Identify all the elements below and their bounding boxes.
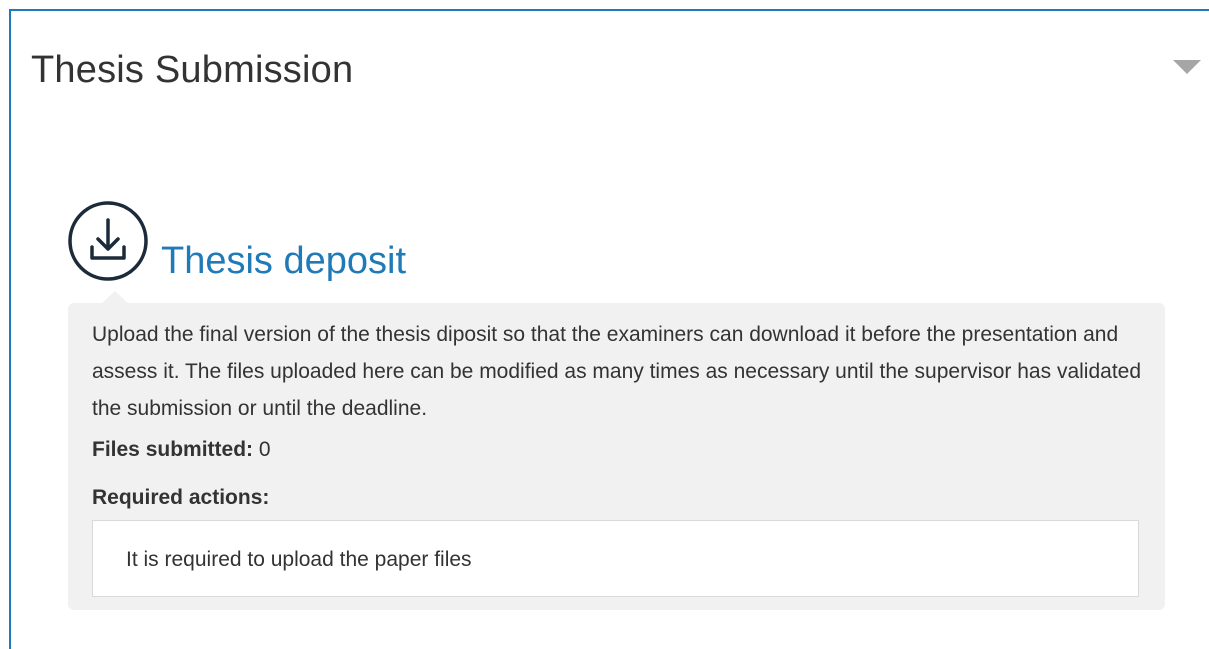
required-actions-heading: Required actions: xyxy=(92,486,270,509)
section-title: Thesis deposit xyxy=(161,240,407,282)
download-icon xyxy=(67,200,149,282)
triangle-down-icon xyxy=(1173,60,1201,74)
files-submitted-label: Files submitted: xyxy=(92,438,254,461)
thesis-submission-panel: Thesis Submission Thesis deposit Upload … xyxy=(9,9,1209,649)
deposit-description: Upload the final version of the thesis d… xyxy=(92,323,1142,420)
panel-title: Thesis Submission xyxy=(31,49,354,91)
files-submitted-value: 0 xyxy=(258,438,271,461)
required-action-item: It is required to upload the paper files xyxy=(126,548,472,571)
deposit-card: Upload the final version of the thesis d… xyxy=(68,303,1165,610)
required-actions-list: It is required to upload the paper files xyxy=(92,520,1139,597)
collapse-toggle-button[interactable] xyxy=(1172,58,1202,76)
files-submitted: Files submitted: 0 xyxy=(92,438,271,462)
